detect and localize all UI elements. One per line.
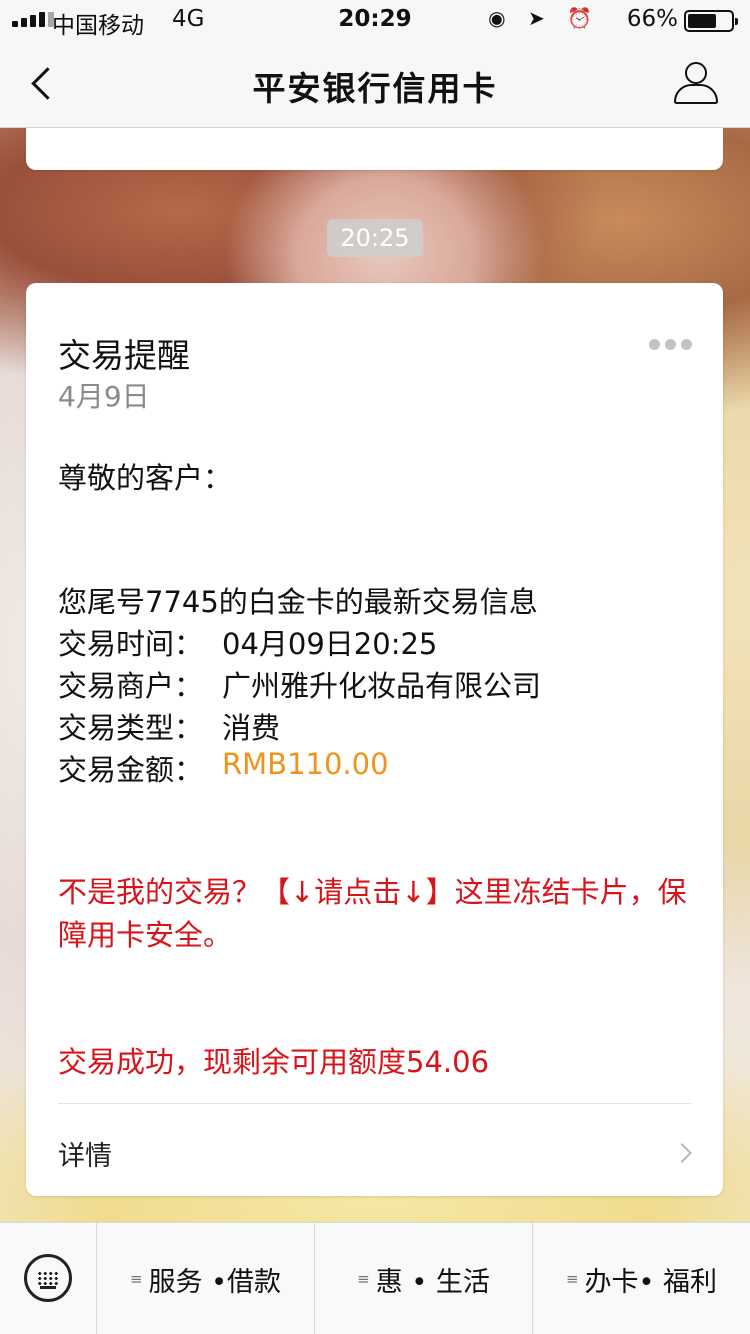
keyboard-icon xyxy=(24,1254,72,1302)
freeze-card-link[interactable]: 不是我的交易？【↓请点击↓】这里冻结卡片，保障用卡安全。 xyxy=(58,871,688,957)
menu-item-label: 惠 • 生活 xyxy=(375,1266,490,1298)
menu-list-icon: ≡ xyxy=(357,1270,370,1288)
transaction-message-card[interactable]: 交易提醒 4月9日 尊敬的客户： 您尾号7745的白金卡的最新交易信息 交易时间… xyxy=(26,283,723,1196)
details-label: 详情 xyxy=(58,1141,112,1172)
card-date: 4月9日 xyxy=(58,380,150,413)
field-label: 交易商户： xyxy=(58,669,204,703)
field-row-type: 交易类型： 消费 xyxy=(58,705,280,747)
chevron-right-icon xyxy=(672,1143,692,1163)
previous-message-card[interactable] xyxy=(26,128,723,170)
field-label: 交易时间： xyxy=(58,627,204,661)
menu-item-service-loan[interactable]: ≡ 服务 •借款 xyxy=(97,1223,315,1334)
field-value: 广州雅升化妆品有限公司 xyxy=(222,669,542,703)
keyboard-toggle-button[interactable] xyxy=(0,1223,97,1334)
battery-icon xyxy=(684,10,738,32)
greeting-text: 尊敬的客户： xyxy=(58,461,233,495)
menu-item-label: 服务 •借款 xyxy=(148,1266,282,1298)
amount-value: RMB110.00 xyxy=(222,747,389,781)
menu-item-benefits-life[interactable]: ≡ 惠 • 生活 xyxy=(315,1223,533,1334)
field-row-time: 交易时间： 04月09日20:25 xyxy=(58,621,437,663)
menu-item-apply-card-welfare[interactable]: ≡ 办卡• 福利 xyxy=(533,1223,750,1334)
summary-text: 您尾号7745的白金卡的最新交易信息 xyxy=(58,585,538,619)
field-row-merchant: 交易商户： 广州雅升化妆品有限公司 xyxy=(58,663,541,705)
card-title: 交易提醒 xyxy=(58,336,190,375)
profile-button[interactable] xyxy=(672,62,720,106)
person-icon xyxy=(685,62,707,84)
status-bar: 中国移动 4G 20:29 ◉ ➤ ⏰ 66% xyxy=(0,0,750,40)
field-label: 交易类型： xyxy=(58,711,204,745)
menu-list-icon: ≡ xyxy=(565,1270,579,1288)
bottom-menu-bar: ≡ 服务 •借款 ≡ 惠 • 生活 ≡ 办卡• 福利 xyxy=(0,1222,750,1334)
page-title: 平安银行信用卡 xyxy=(252,69,498,108)
field-label: 交易金额： xyxy=(58,753,204,787)
nav-bar: 平安银行信用卡 xyxy=(0,40,750,128)
transaction-status-text: 交易成功，现剩余可用额度54.06 xyxy=(58,1045,490,1079)
menu-list-icon: ≡ xyxy=(129,1270,143,1288)
field-value: 消费 xyxy=(222,711,281,745)
field-row-amount: 交易金额： RMB110.00 xyxy=(58,747,389,789)
status-icons: ◉ ➤ ⏰ xyxy=(488,6,600,30)
details-link[interactable]: 详情 xyxy=(26,1104,723,1196)
message-timestamp: 20:25 xyxy=(327,219,423,257)
menu-item-label: 办卡• 福利 xyxy=(584,1266,718,1298)
more-dots-icon xyxy=(649,339,660,350)
battery-percent: 66% xyxy=(626,6,678,32)
more-options-button[interactable] xyxy=(649,339,693,353)
field-value: 04月09日20:25 xyxy=(222,627,438,661)
